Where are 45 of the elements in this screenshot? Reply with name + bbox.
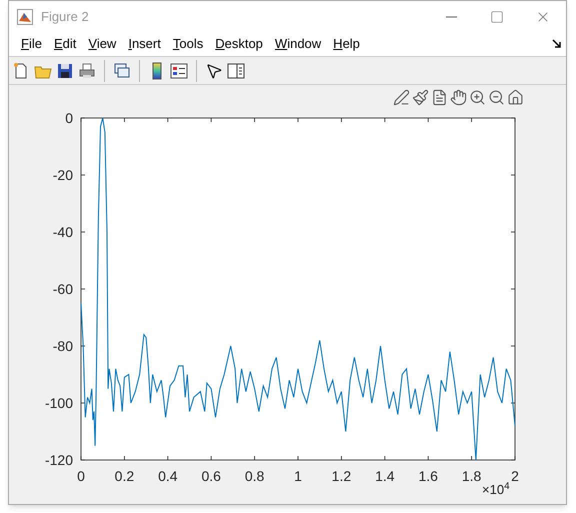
- app-logo-icon: [17, 8, 33, 24]
- home-icon[interactable]: [507, 89, 524, 106]
- menu-item[interactable]: Edit: [48, 34, 82, 54]
- y-tick-label: 0: [65, 110, 73, 126]
- axis-exponent: ×10$^{4}$: [482, 480, 510, 499]
- minimize-icon: [446, 16, 456, 18]
- copy-figure-icon[interactable]: [113, 62, 131, 80]
- printer-icon[interactable]: [78, 62, 96, 80]
- y-tick-label: -60: [52, 281, 73, 297]
- zoom-in-icon[interactable]: [469, 89, 486, 106]
- x-tick-label: 1: [294, 468, 302, 484]
- pointer-icon[interactable]: [205, 62, 223, 80]
- y-tick-label: -20: [52, 167, 73, 183]
- y-tick-label: -100: [44, 395, 73, 411]
- y-tick-label: -80: [52, 338, 73, 354]
- window-title: Figure 2: [41, 8, 89, 26]
- menu-item[interactable]: Help: [327, 34, 366, 54]
- menu-item[interactable]: Tools: [166, 34, 210, 54]
- dock-arrow-icon[interactable]: [552, 39, 562, 49]
- y-tick-label: -40: [52, 224, 73, 240]
- menu-item[interactable]: Insert: [122, 34, 167, 54]
- menu-item[interactable]: View: [82, 34, 122, 54]
- x-tick-label: 1.8: [462, 468, 482, 484]
- maximize-icon: [490, 10, 504, 24]
- x-tick-label: 0: [77, 468, 85, 484]
- x-tick-label: 1.2: [332, 468, 352, 484]
- x-tick-label: 0.6: [201, 468, 221, 484]
- menu-item[interactable]: Desktop: [209, 34, 269, 54]
- menu-item[interactable]: File: [15, 34, 48, 54]
- data-tip-icon[interactable]: [431, 89, 448, 106]
- zoom-out-icon[interactable]: [488, 89, 505, 106]
- menu-item[interactable]: Window: [268, 34, 328, 54]
- brush-icon[interactable]: [412, 89, 429, 106]
- save-icon[interactable]: [56, 62, 74, 80]
- edit-plot-icon[interactable]: [393, 89, 410, 106]
- legend-icon[interactable]: [170, 62, 188, 80]
- x-tick-label: 1.4: [375, 468, 395, 484]
- property-inspector-icon[interactable]: [227, 62, 245, 80]
- y-tick-label: -120: [44, 452, 73, 468]
- x-tick-label: 2: [511, 468, 519, 484]
- x-tick-label: 0.2: [114, 468, 134, 484]
- x-tick-label: 0.4: [158, 468, 178, 484]
- pan-icon[interactable]: [450, 89, 467, 106]
- x-tick-label: 1.6: [418, 468, 438, 484]
- x-tick-label: 0.8: [244, 468, 264, 484]
